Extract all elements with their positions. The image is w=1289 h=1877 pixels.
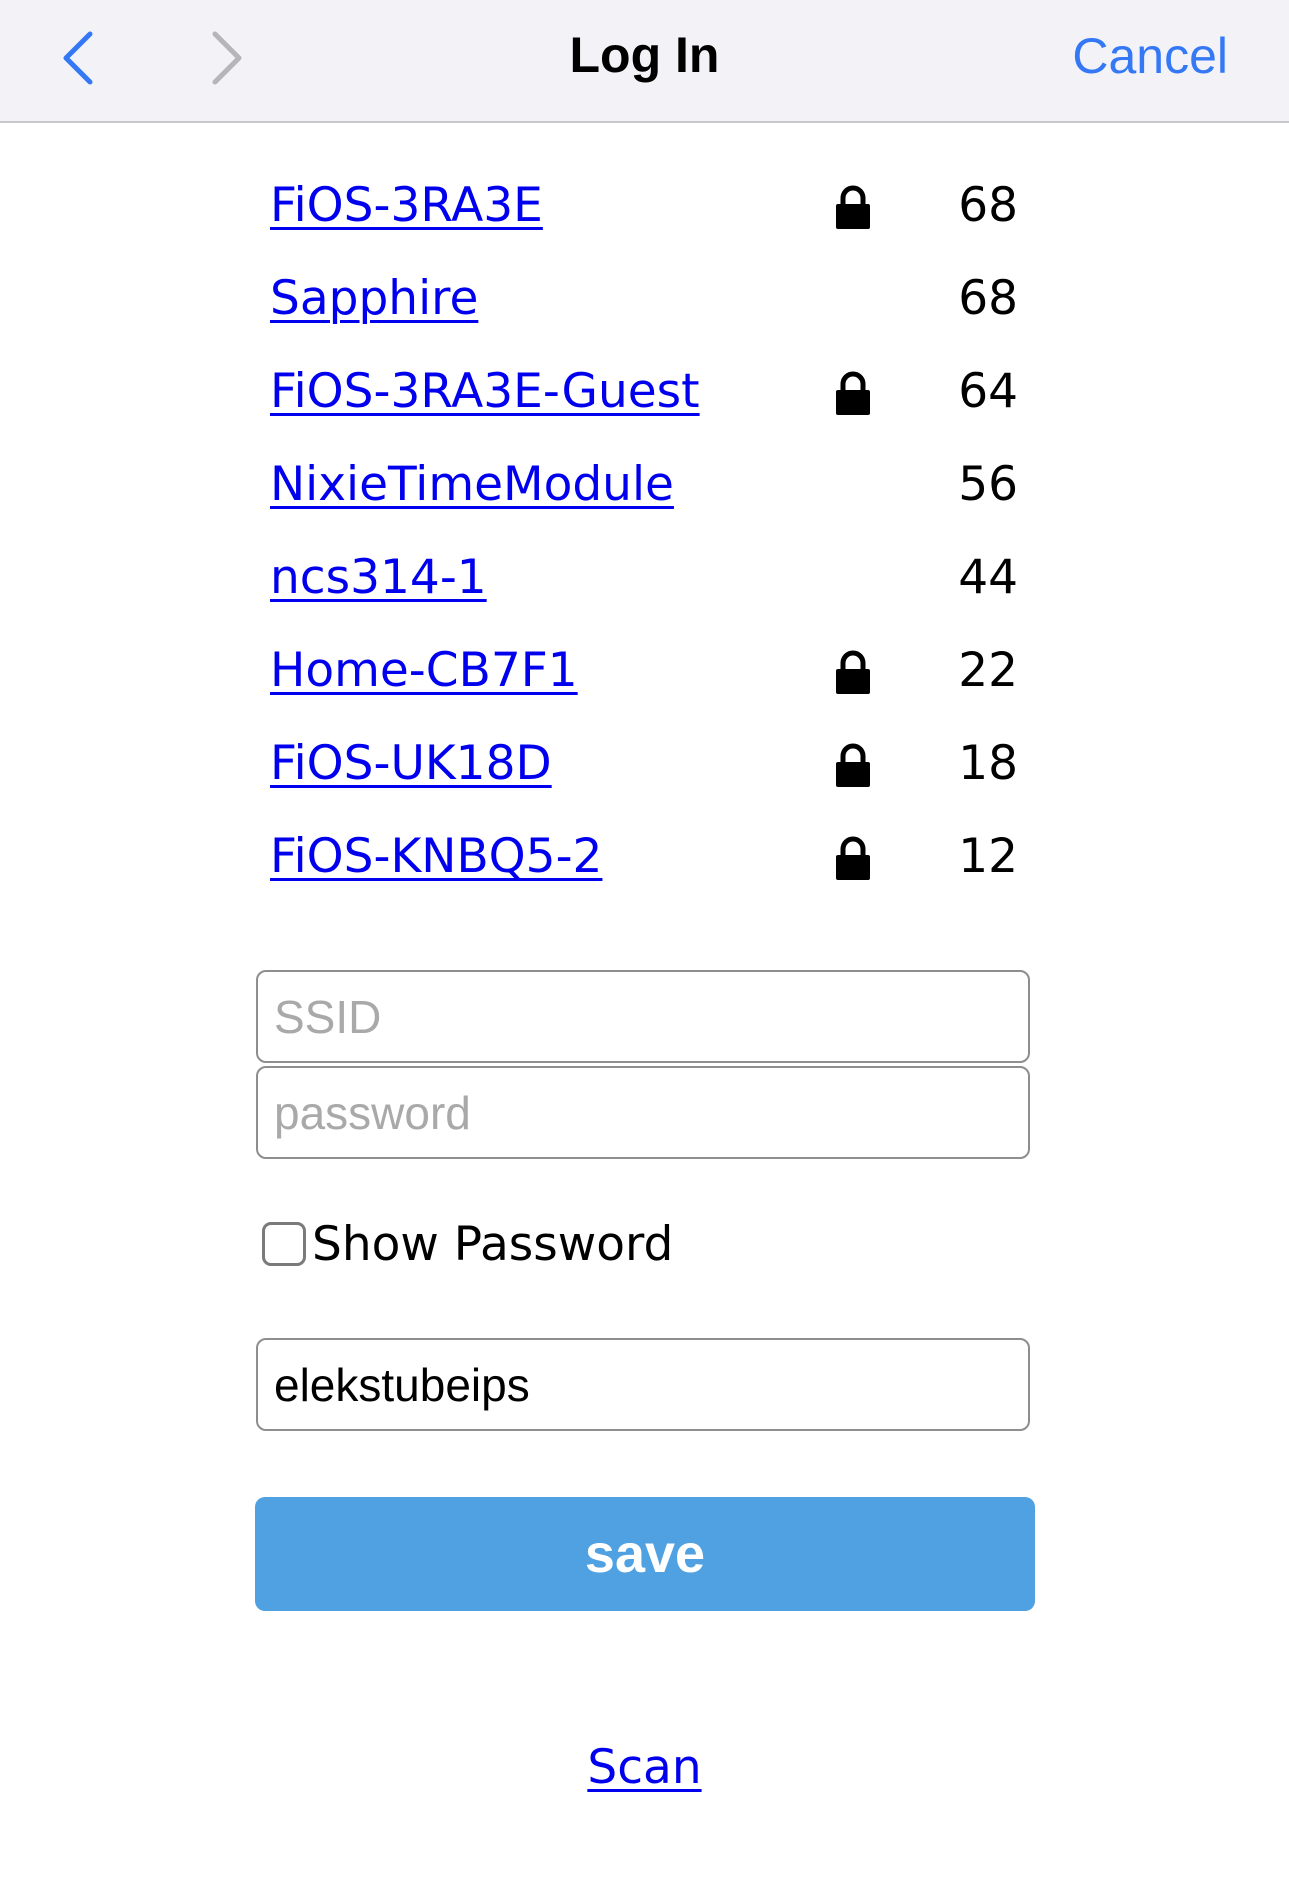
wifi-signal-strength: 44	[958, 550, 1018, 605]
lock-icon	[836, 836, 870, 880]
lock-icon	[836, 743, 870, 787]
wifi-ssid-link[interactable]: FiOS-3RA3E-Guest	[270, 364, 700, 420]
password-input[interactable]	[256, 1066, 1030, 1159]
wifi-signal-strength: 22	[958, 643, 1018, 698]
wifi-signal-strength: 12	[958, 829, 1018, 884]
wifi-ssid-link[interactable]: ncs314-1	[270, 550, 487, 606]
wifi-ssid-link[interactable]: FiOS-KNBQ5-2	[270, 829, 602, 885]
wifi-signal-strength: 68	[958, 178, 1018, 233]
wifi-network-row: Home-CB7F1 22	[270, 643, 1030, 736]
save-button[interactable]: save	[255, 1497, 1035, 1611]
show-password-checkbox[interactable]	[262, 1222, 306, 1266]
ssid-input[interactable]	[256, 970, 1030, 1063]
wifi-network-row: NixieTimeModule 56	[270, 457, 1030, 550]
lock-icon	[836, 185, 870, 229]
wifi-network-row: ncs314-1 44	[270, 550, 1030, 643]
show-password-row: Show Password	[262, 1214, 673, 1274]
wifi-signal-strength: 18	[958, 736, 1018, 791]
wifi-ssid-link[interactable]: FiOS-UK18D	[270, 736, 552, 792]
lock-icon	[836, 371, 870, 415]
wifi-network-row: FiOS-3RA3E 68	[270, 178, 1030, 271]
wifi-network-row: FiOS-UK18D 18	[270, 736, 1030, 829]
wifi-ssid-link[interactable]: Home-CB7F1	[270, 643, 578, 699]
scan-link[interactable]: Scan	[0, 1740, 1289, 1795]
wifi-signal-strength: 64	[958, 364, 1018, 419]
cancel-button[interactable]: Cancel	[1072, 27, 1228, 85]
wifi-ssid-link[interactable]: NixieTimeModule	[270, 457, 674, 513]
wifi-ssid-link[interactable]: FiOS-3RA3E	[270, 178, 543, 234]
wifi-network-row: FiOS-KNBQ5-2 12	[270, 829, 1030, 922]
wifi-signal-strength: 56	[958, 457, 1018, 512]
wifi-network-list: FiOS-3RA3E 68 Sapphire 68 FiOS-3RA3E-Guest 64…	[270, 178, 1030, 922]
wifi-network-row: FiOS-3RA3E-Guest 64	[270, 364, 1030, 457]
navigation-bar: Log In Cancel	[0, 0, 1289, 123]
hostname-input[interactable]	[256, 1338, 1030, 1431]
wifi-ssid-link[interactable]: Sapphire	[270, 271, 478, 327]
wifi-network-row: Sapphire 68	[270, 271, 1030, 364]
lock-icon	[836, 650, 870, 694]
show-password-label: Show Password	[312, 1216, 674, 1272]
wifi-signal-strength: 68	[958, 271, 1018, 326]
